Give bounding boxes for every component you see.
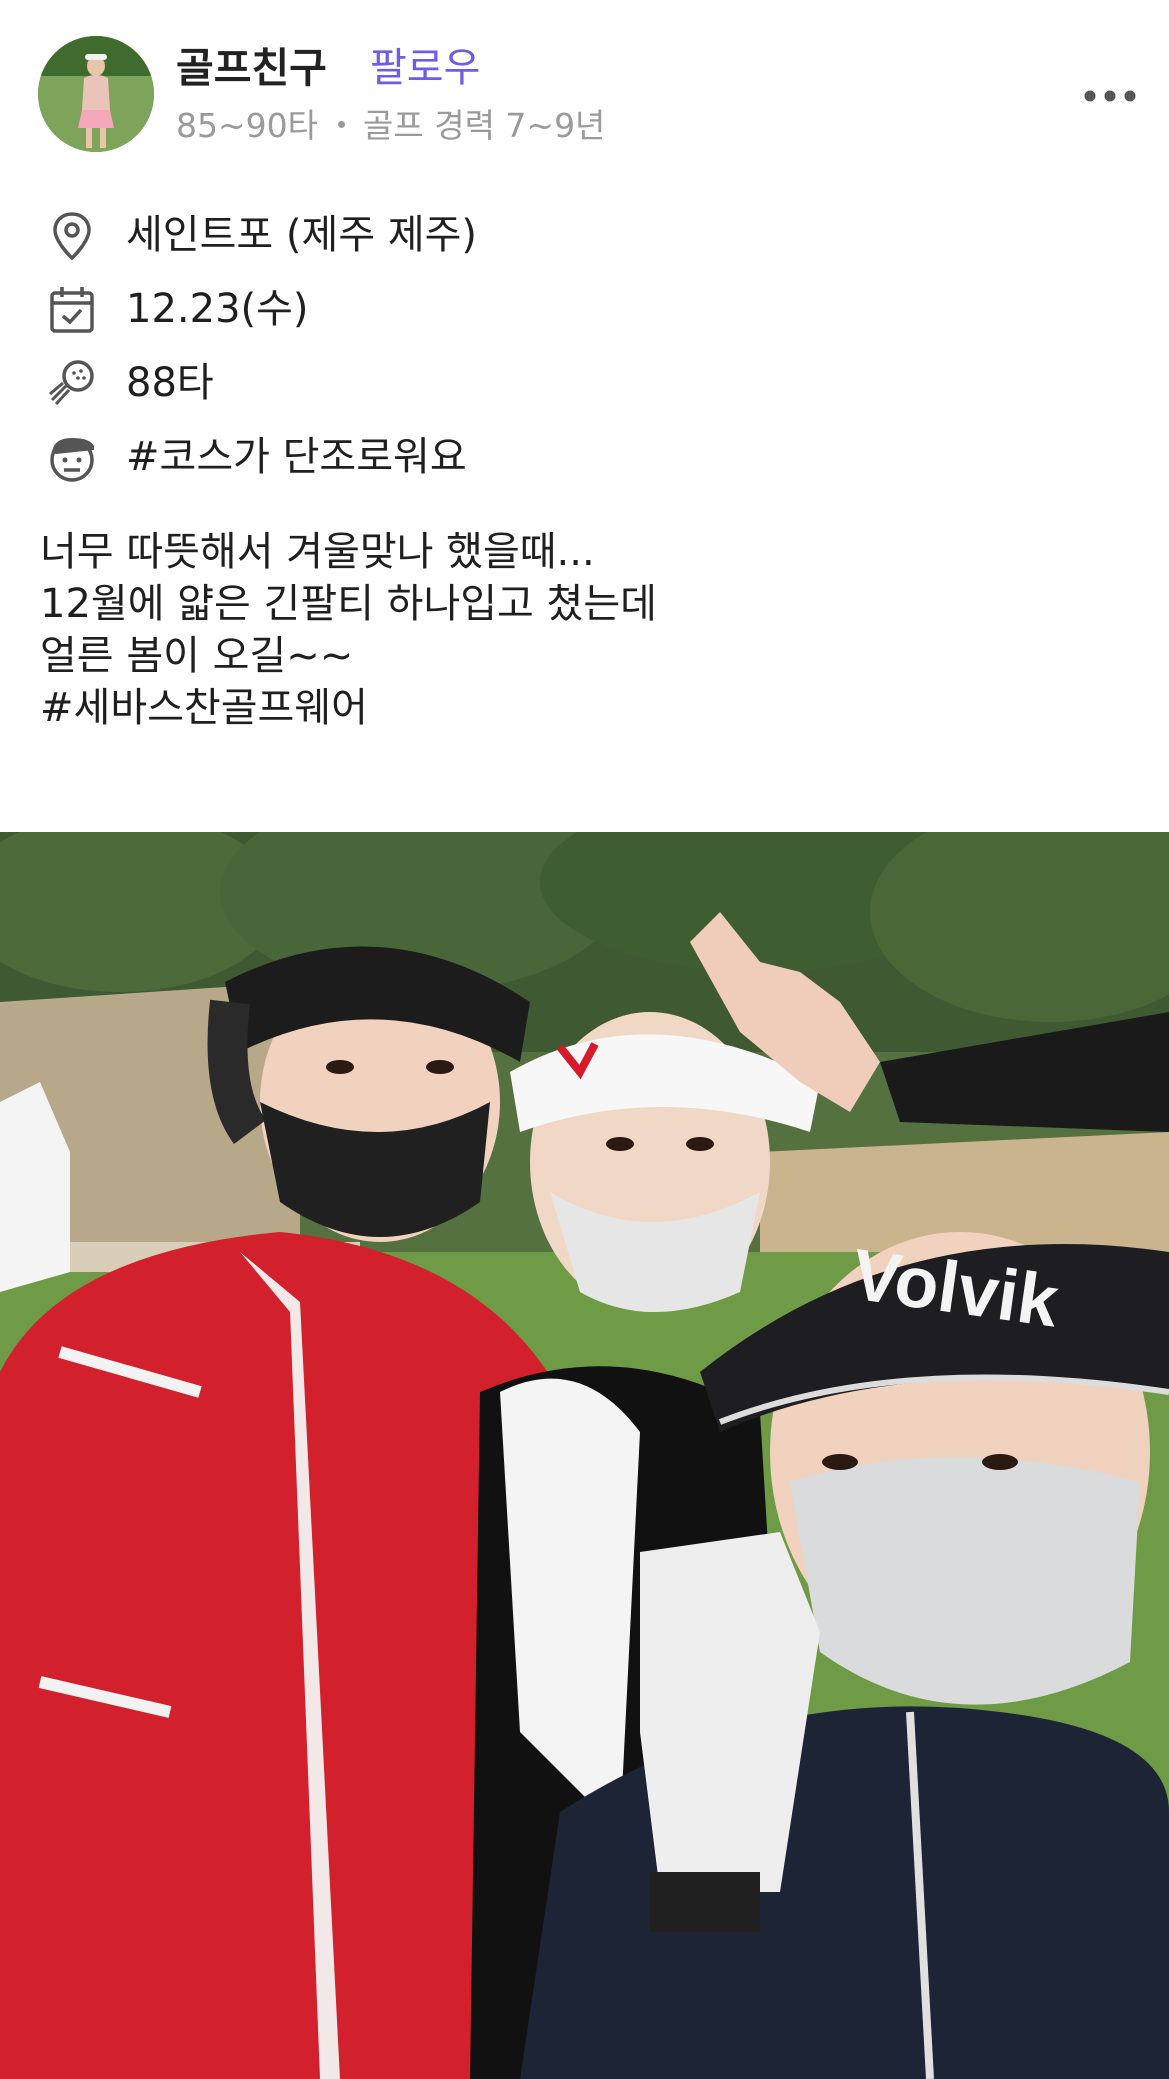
author-experience: 골프 경력 7~9년	[363, 106, 606, 145]
author-subinfo: 85~90타 골프 경력 7~9년	[176, 104, 605, 148]
caption-line: 12월에 얇은 긴팔티 하나입고 쳤는데	[40, 581, 657, 627]
author-score-range: 85~90타	[176, 106, 318, 145]
detail-review: #코스가 단조로워요	[44, 422, 1124, 496]
calendar-check-icon	[50, 287, 94, 333]
author-name[interactable]: 골프친구	[176, 42, 327, 94]
post-photo[interactable]: Volvik	[0, 832, 1169, 2079]
caption-hashtag[interactable]: #세바스찬골프웨어	[40, 682, 1140, 734]
avatar[interactable]	[38, 36, 154, 152]
more-horizontal-icon	[1084, 90, 1136, 102]
location-pin-icon	[53, 212, 91, 261]
avatar-image	[38, 36, 154, 152]
detail-review-text: #코스가 단조로워요	[126, 434, 467, 480]
detail-location: 세인트포 (제주 제주)	[44, 200, 1124, 274]
more-options-button[interactable]	[1082, 76, 1138, 116]
caption-line: 얼른 봄이 오길~~	[40, 633, 354, 679]
face-emoji-icon	[50, 438, 94, 482]
detail-date: 12.23(수)	[44, 274, 1124, 348]
round-details: 세인트포 (제주 제주) 12.23(수) 88타 #코스가 단조로워요	[44, 200, 1124, 496]
detail-score: 88타	[44, 348, 1124, 422]
separator-dot	[338, 121, 345, 128]
detail-score-text: 88타	[126, 360, 214, 406]
selfie-photo: Volvik	[0, 832, 1169, 2079]
post-header: 골프친구 팔로우 85~90타 골프 경력 7~9년	[38, 36, 1138, 156]
golf-ball-icon	[49, 360, 94, 406]
detail-location-text: 세인트포 (제주 제주)	[126, 212, 478, 258]
post-caption: 너무 따뜻해서 겨울맞나 했을때... 12월에 얇은 긴팔티 하나입고 쳤는데…	[40, 526, 1140, 734]
detail-date-text: 12.23(수)	[126, 286, 309, 332]
follow-button[interactable]: 팔로우	[370, 42, 480, 94]
caption-line: 너무 따뜻해서 겨울맞나 했을때...	[40, 529, 595, 575]
